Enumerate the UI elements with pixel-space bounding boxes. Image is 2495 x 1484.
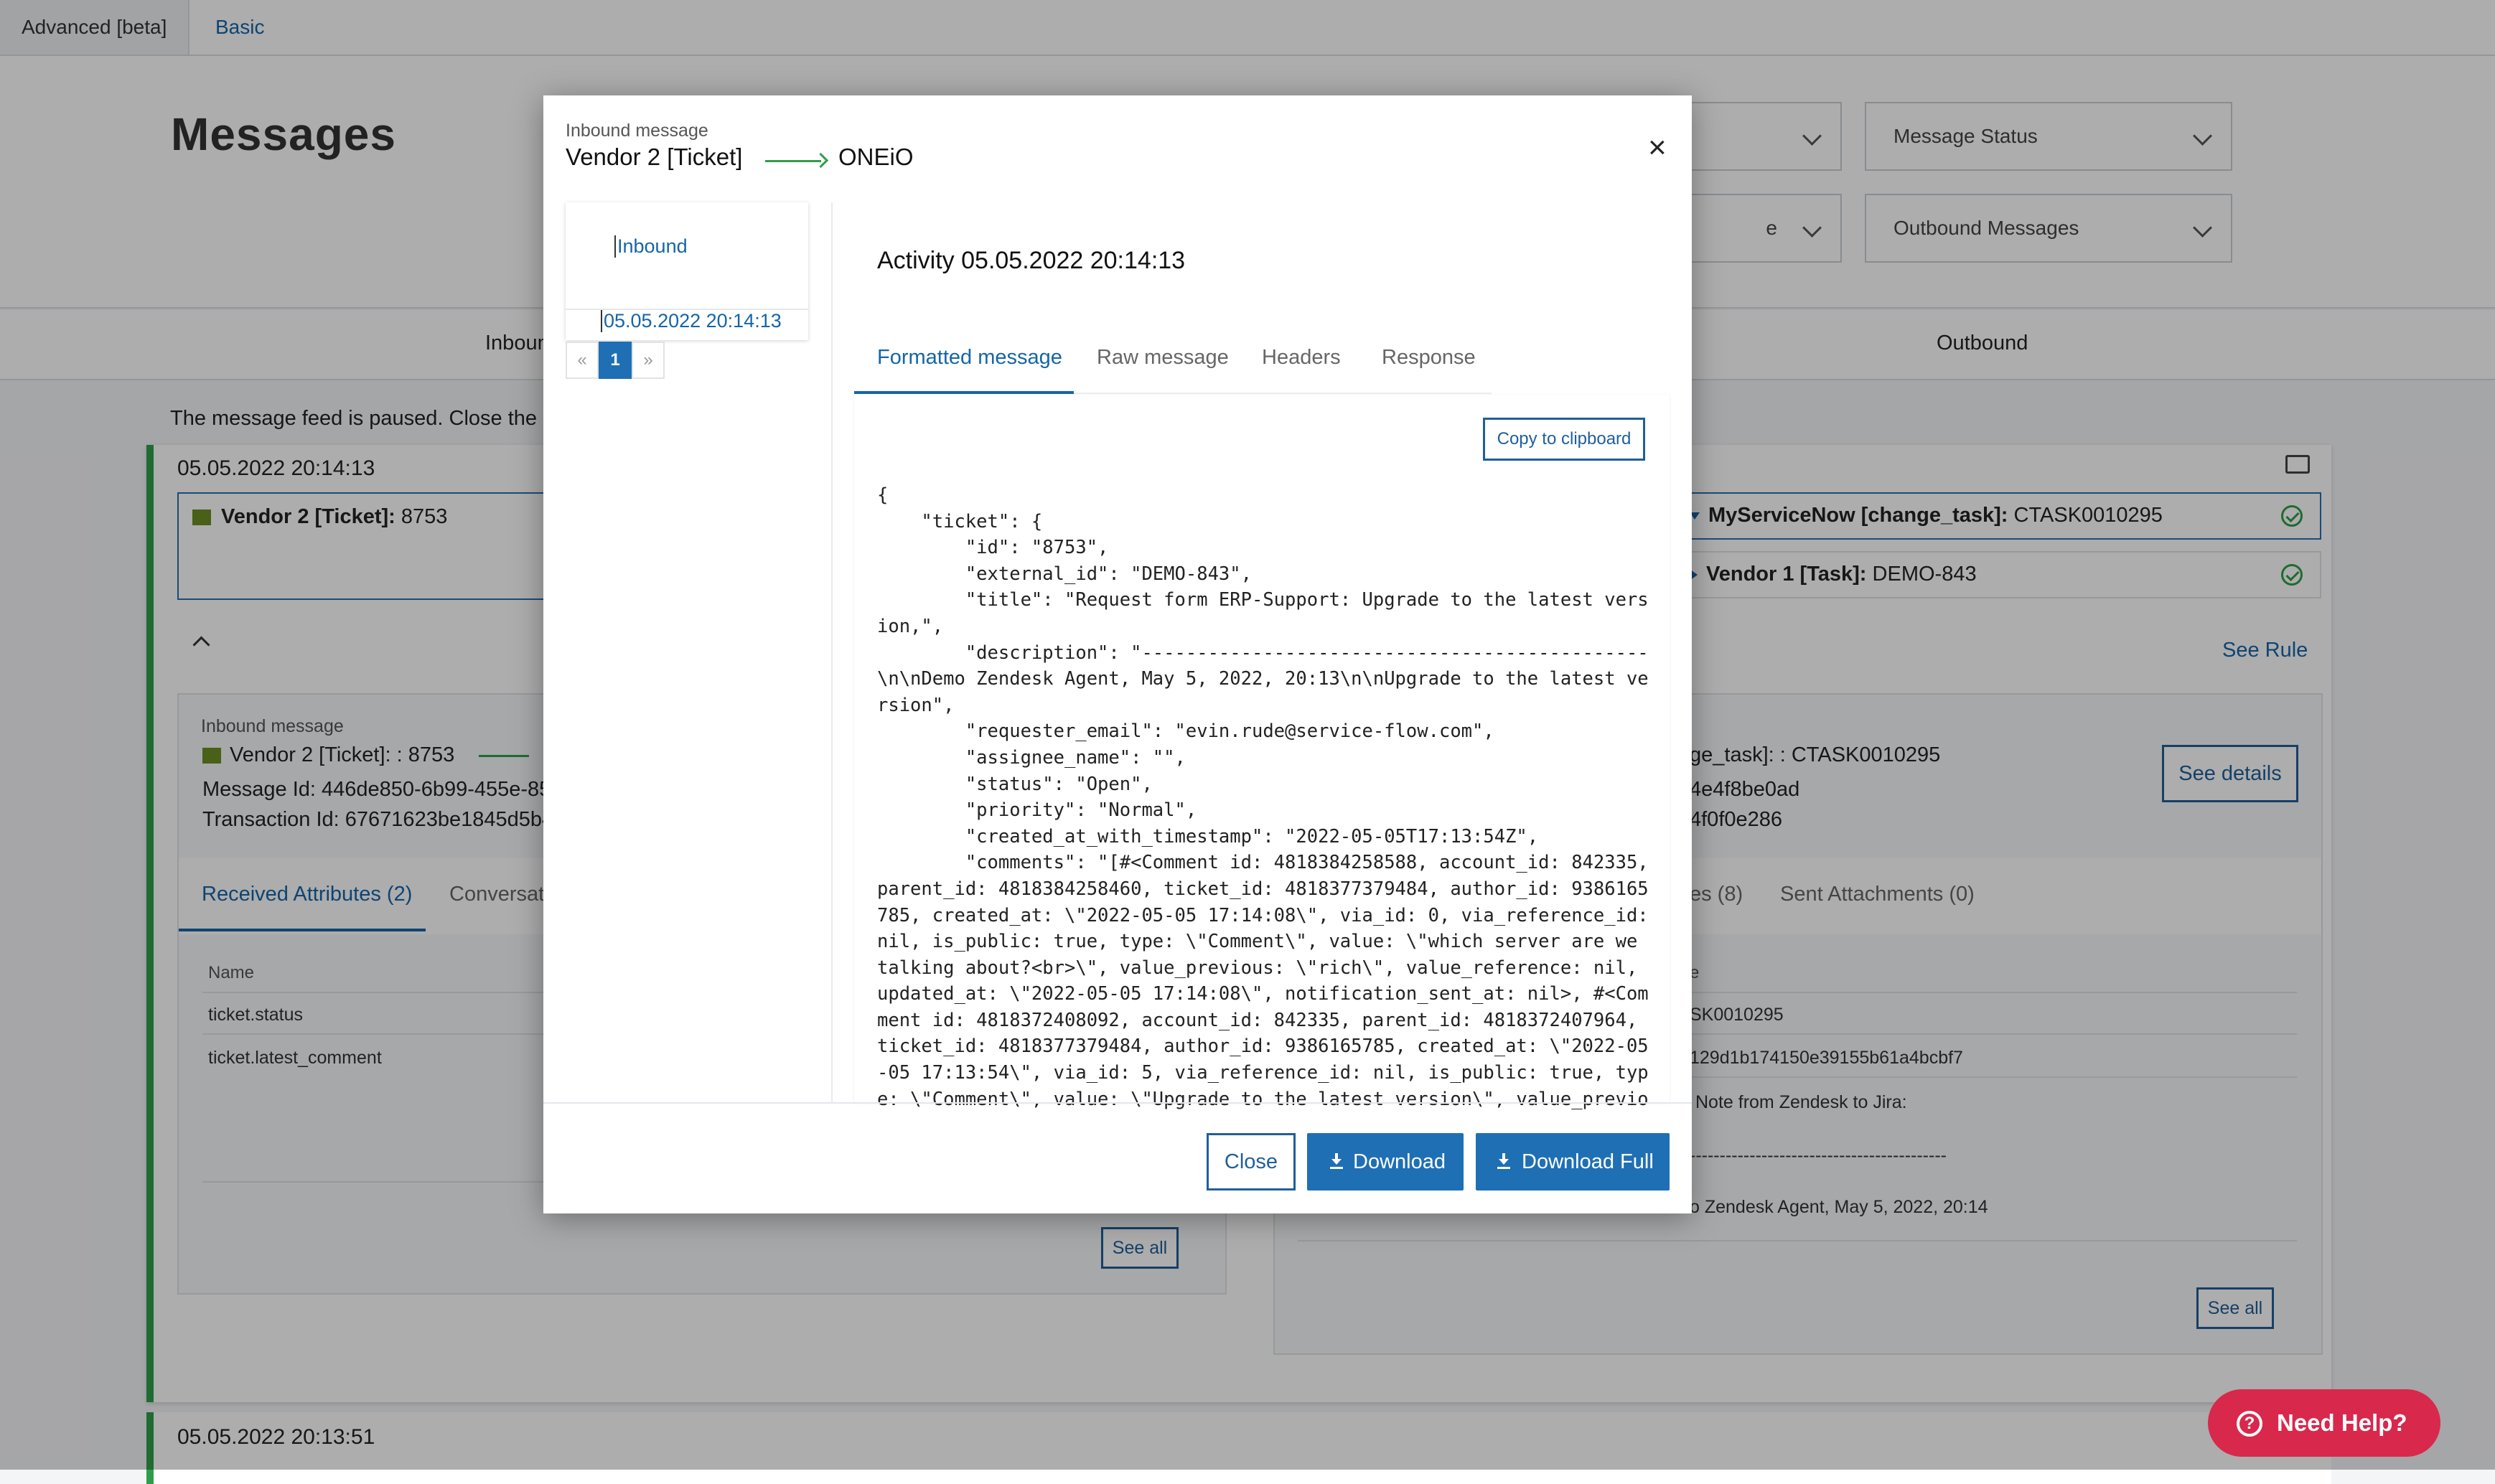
modal-source: Vendor 2 [Ticket] (566, 144, 743, 170)
close-icon[interactable]: × (1648, 132, 1667, 164)
close-button[interactable]: Close (1207, 1133, 1296, 1191)
help-question-icon: ? (2237, 1411, 2262, 1437)
tab-formatted-message[interactable]: Formatted message (877, 346, 1062, 370)
download-icon (1330, 1153, 1343, 1169)
pagination-next[interactable]: » (632, 342, 665, 379)
tab-raw-message[interactable]: Raw message (1097, 346, 1229, 370)
pagination-prev[interactable]: « (566, 342, 599, 379)
divider (831, 202, 833, 1102)
download-label: Download (1353, 1150, 1446, 1173)
download-button[interactable]: Download (1307, 1133, 1464, 1191)
pagination-page[interactable]: 1 (599, 342, 632, 379)
divider (543, 1102, 1692, 1104)
modal-target: ONEiO (838, 144, 914, 170)
activity-date-link[interactable]: 05.05.2022 20:14:13 (601, 310, 782, 332)
tab-headers[interactable]: Headers (1262, 346, 1341, 370)
copy-to-clipboard-button[interactable]: Copy to clipboard (1483, 418, 1645, 461)
download-icon (1497, 1153, 1510, 1169)
tab-response[interactable]: Response (1382, 346, 1476, 370)
download-full-button[interactable]: Download Full (1476, 1133, 1670, 1191)
formatted-message-json: { "ticket": { "id": "8753", "external_id… (877, 484, 1649, 1110)
modal-subtitle: Inbound message (566, 121, 708, 141)
inbound-link[interactable]: Inbound (614, 235, 688, 258)
download-full-label: Download Full (1522, 1150, 1654, 1173)
tab-underline (854, 391, 1074, 394)
activity-title: Activity 05.05.2022 20:14:13 (877, 247, 1186, 274)
